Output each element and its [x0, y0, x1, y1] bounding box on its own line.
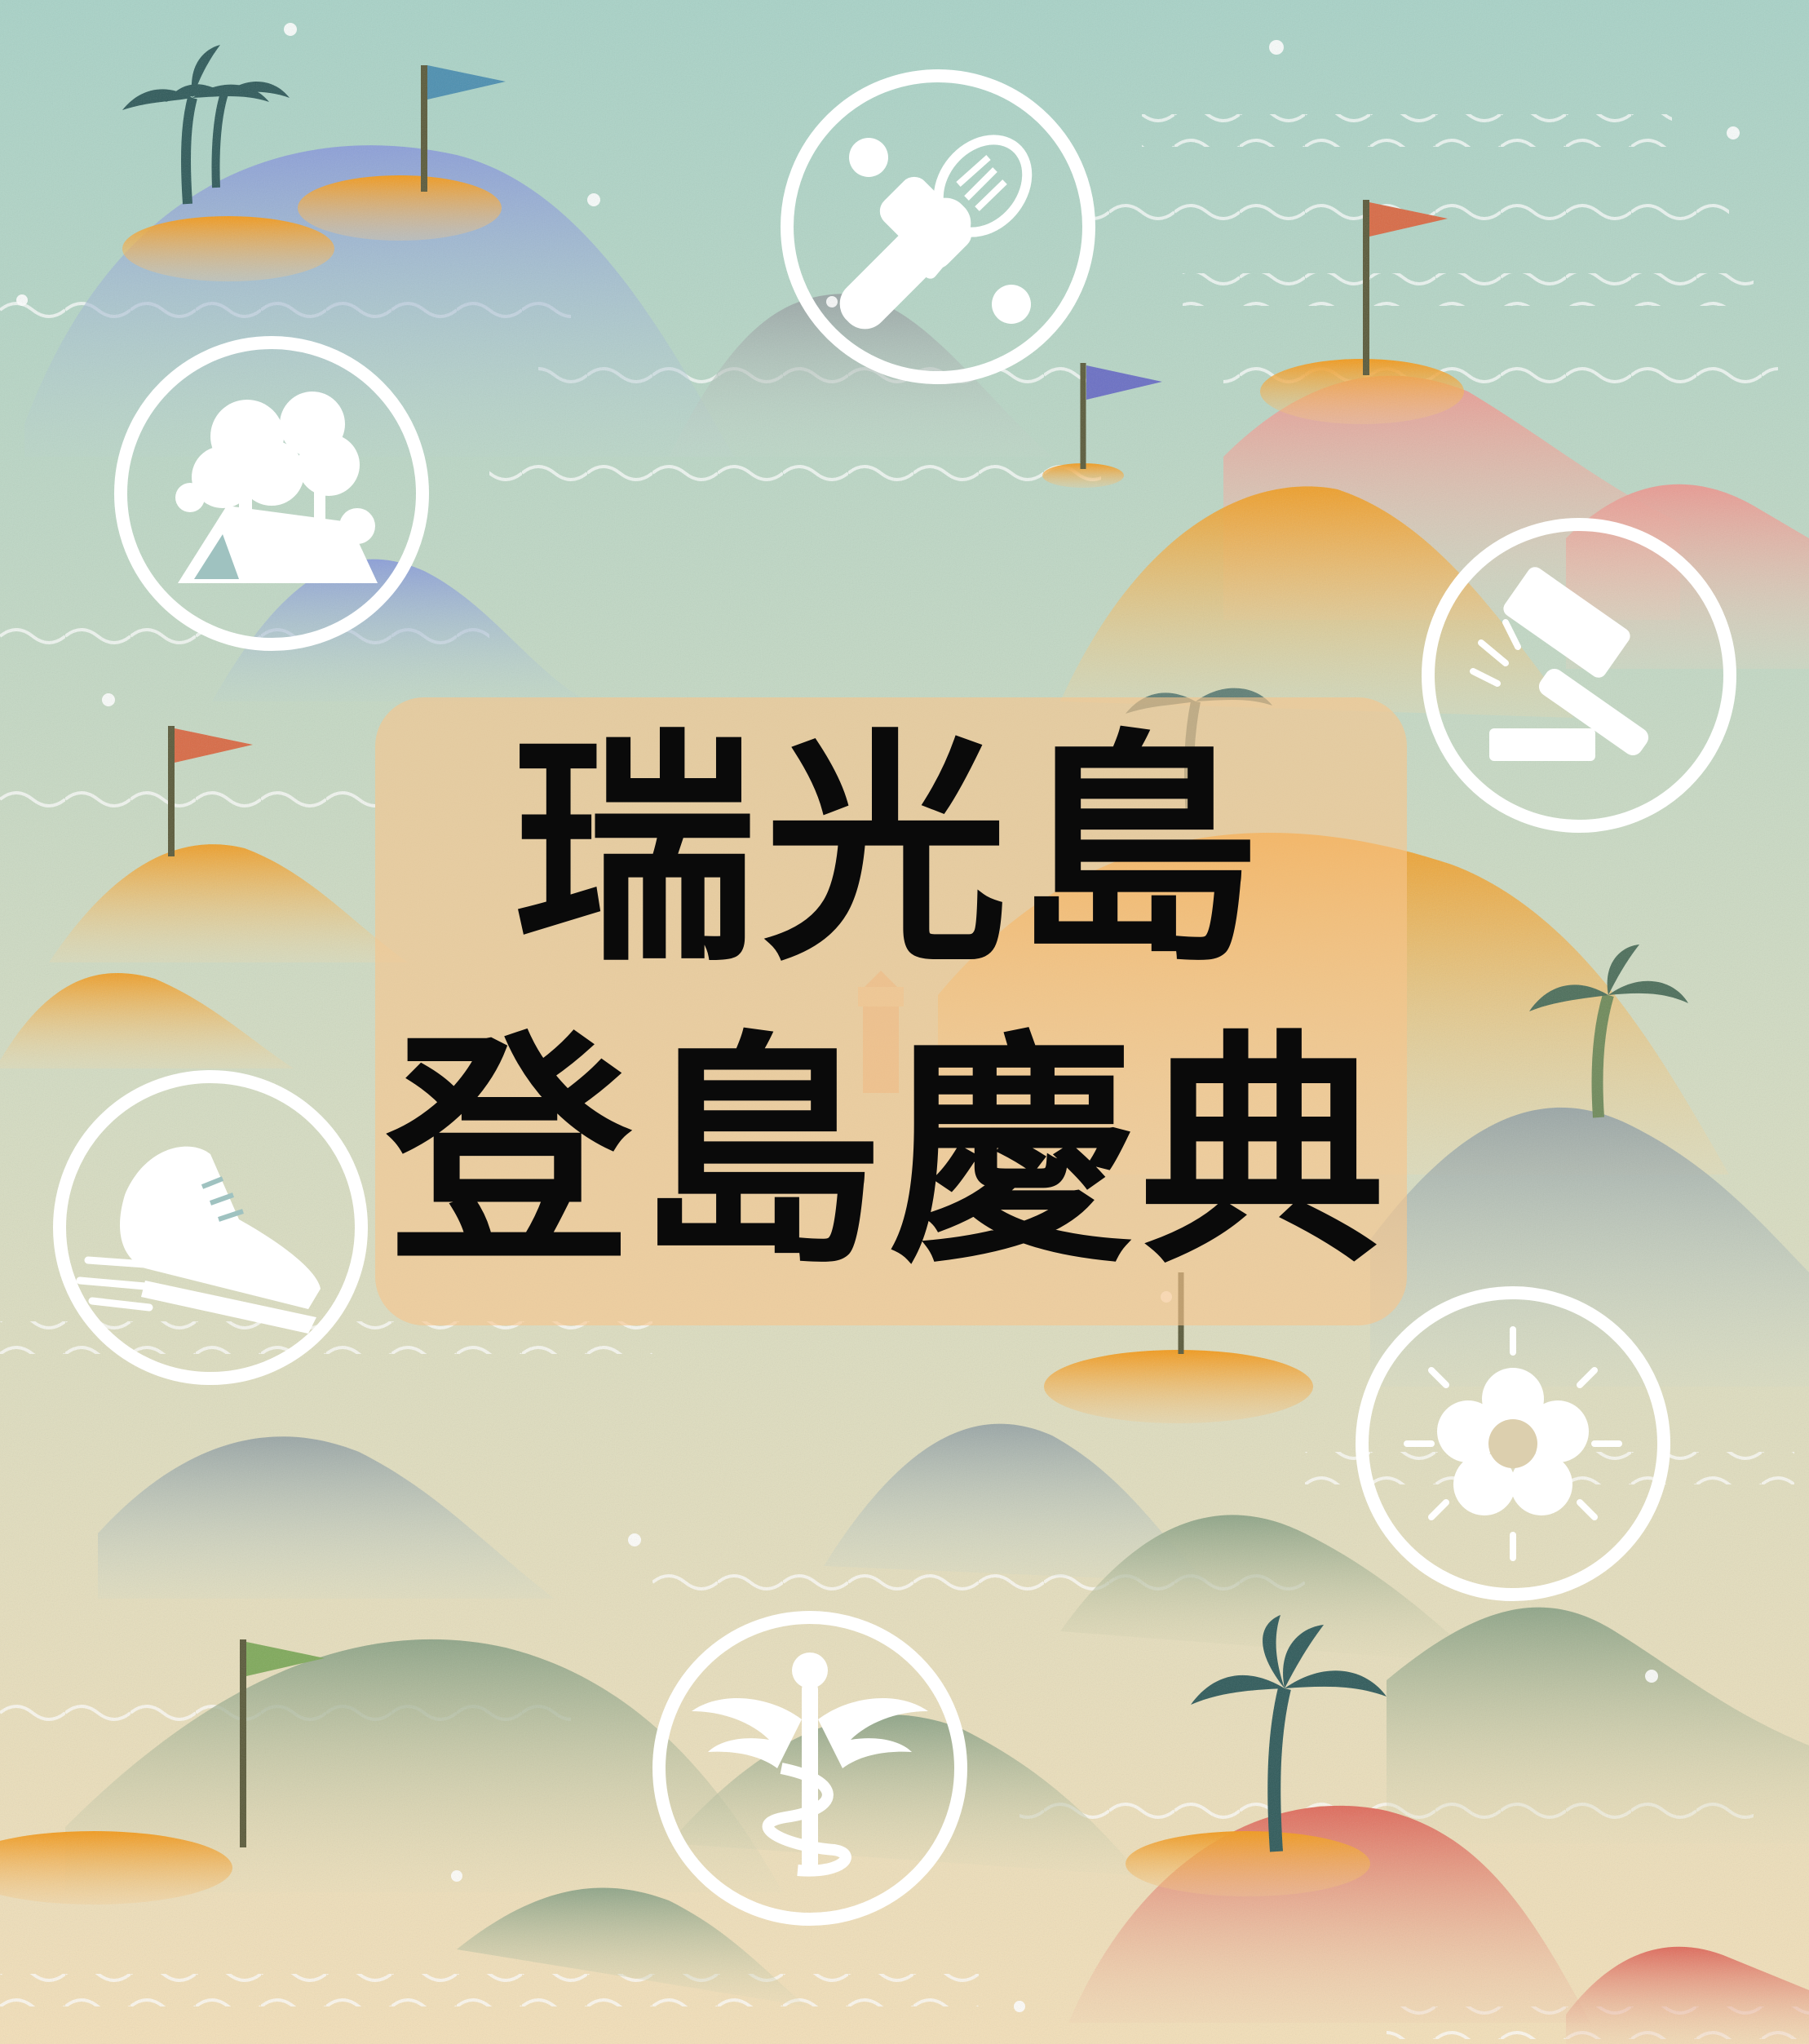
badge-running: [53, 1070, 368, 1385]
badge-nature: [1356, 1286, 1670, 1601]
running-shoe-icon: [76, 1146, 321, 1334]
gavel-icon: [1470, 567, 1649, 761]
rolling-pin-whisk-icon: [839, 135, 1033, 330]
flower-sun-icon: [1404, 1326, 1622, 1561]
title-line-1: 瑞光島: [512, 710, 1266, 994]
badge-baking: [781, 69, 1095, 384]
badge-medical: [652, 1611, 967, 1926]
title-line-2: 登島慶典: [387, 1011, 1391, 1296]
caduceus-icon: [692, 1652, 928, 1877]
camping-tent-trees-icon: [175, 392, 378, 583]
badge-auction: [1422, 518, 1736, 833]
badge-camping: [114, 336, 429, 651]
poster: 瑞光島 登島慶典: [0, 0, 1809, 2044]
